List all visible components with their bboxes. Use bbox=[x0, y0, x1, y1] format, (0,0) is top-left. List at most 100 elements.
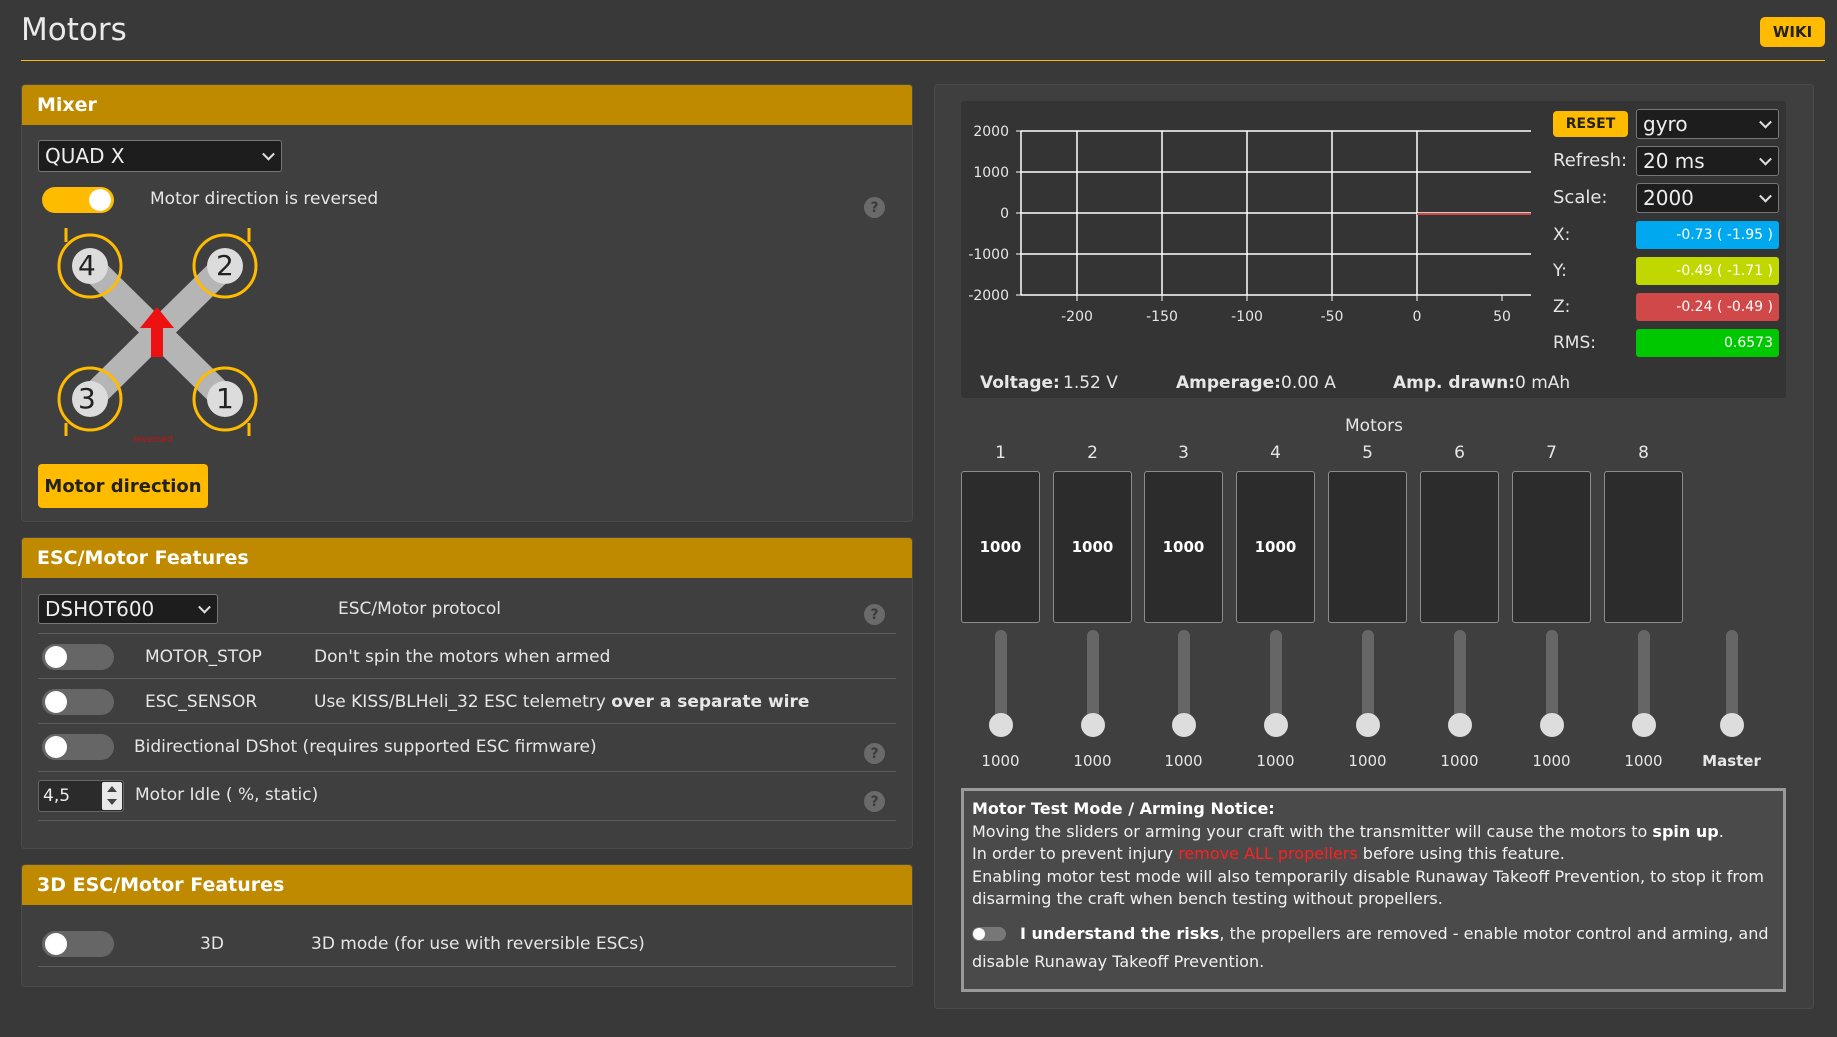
motor-slider-value: 1000 bbox=[1624, 752, 1663, 770]
motor-bar bbox=[1512, 471, 1591, 623]
motor-number: 2 bbox=[1087, 443, 1098, 463]
x-tick-label: 0 bbox=[1413, 309, 1422, 325]
motor-bar bbox=[1604, 471, 1683, 623]
motor-slider-value: 1000 bbox=[1348, 752, 1387, 770]
esc-features-header: ESC/Motor Features bbox=[22, 538, 912, 578]
y-tick-label: -2000 bbox=[968, 288, 1009, 304]
toggle-knob bbox=[45, 933, 67, 955]
notice-text: In order to prevent injury bbox=[972, 844, 1179, 863]
motor-reverse-label: Motor direction is reversed bbox=[150, 189, 379, 209]
row-divider bbox=[38, 723, 896, 724]
slider-knob[interactable] bbox=[989, 713, 1013, 737]
notice-title-text: Motor Test Mode / Arming Notice: bbox=[972, 799, 1275, 818]
motor-number: 7 bbox=[1546, 443, 1557, 463]
slider-knob[interactable] bbox=[1720, 713, 1744, 737]
mode-3d-desc: 3D mode (for use with reversible ESCs) bbox=[311, 934, 645, 954]
refresh-label: Refresh: bbox=[1553, 150, 1628, 171]
motor-reverse-toggle[interactable] bbox=[42, 187, 114, 213]
row-divider bbox=[38, 966, 896, 967]
esc3d-panel: 3D ESC/Motor Features bbox=[21, 864, 913, 987]
motor-bar: 1000 bbox=[961, 471, 1040, 623]
mode-3d-name: 3D bbox=[200, 934, 224, 954]
slider-knob[interactable] bbox=[1448, 713, 1472, 737]
mixer-type-value: QUAD X bbox=[45, 144, 125, 168]
notice-line-3: Enabling motor test mode will also tempo… bbox=[972, 866, 1764, 909]
esc-sensor-desc-text: Use KISS/BLHeli_32 ESC telemetry bbox=[314, 692, 612, 712]
scale-select[interactable]: 2000 bbox=[1636, 183, 1779, 213]
motor-idle-label: Motor Idle ( %, static) bbox=[135, 785, 319, 805]
bidir-dshot-label: Bidirectional DShot (requires supported … bbox=[134, 737, 597, 757]
arming-notice: Motor Test Mode / Arming Notice: Moving … bbox=[961, 788, 1786, 992]
motor-slider-value: 1000 bbox=[1532, 752, 1571, 770]
motor-stop-toggle[interactable] bbox=[42, 644, 114, 670]
number-spinner[interactable] bbox=[102, 782, 122, 810]
slider-knob[interactable] bbox=[1540, 713, 1564, 737]
help-icon[interactable]: ? bbox=[864, 197, 885, 218]
row-divider bbox=[38, 633, 896, 634]
mixer-header: Mixer bbox=[22, 85, 912, 125]
bidir-dshot-toggle[interactable] bbox=[42, 734, 114, 760]
x-tick-label: -200 bbox=[1061, 309, 1093, 325]
motor-slider-value: 1000 bbox=[1256, 752, 1295, 770]
row-divider bbox=[38, 678, 896, 679]
esc-protocol-value: DSHOT600 bbox=[45, 597, 155, 621]
motor-slider-value: 1000 bbox=[1073, 752, 1112, 770]
mode-3d-toggle[interactable] bbox=[42, 931, 114, 957]
amp-drawn-value: 0 mAh bbox=[1515, 373, 1571, 393]
help-icon[interactable]: ? bbox=[864, 604, 885, 625]
esc-protocol-label: ESC/Motor protocol bbox=[338, 599, 502, 619]
spin-down-icon bbox=[107, 799, 117, 805]
motor-idle-input[interactable]: 4,5 bbox=[38, 780, 124, 812]
refresh-select[interactable]: 20 ms bbox=[1636, 146, 1779, 176]
slider-knob[interactable] bbox=[1632, 713, 1656, 737]
understand-bold: I understand the risks bbox=[1020, 923, 1220, 943]
y-tick-label: 0 bbox=[1000, 206, 1009, 222]
notice-line-2: In order to prevent injury remove ALL pr… bbox=[972, 843, 1775, 866]
chevron-down-icon bbox=[1759, 115, 1772, 129]
esc-protocol-select[interactable]: DSHOT600 bbox=[38, 594, 218, 624]
help-icon[interactable]: ? bbox=[864, 743, 885, 764]
sensor-graph: 2000 1000 0 -1000 -2000 -200 -150 -100 -… bbox=[968, 124, 1531, 325]
motor-label-4: 4 bbox=[78, 249, 96, 282]
scale-label: Scale: bbox=[1553, 187, 1608, 208]
understand-risks-toggle[interactable] bbox=[972, 927, 1006, 941]
wiki-button[interactable]: WIKI bbox=[1760, 17, 1825, 47]
x-axis-label: X: bbox=[1553, 225, 1571, 245]
row-divider bbox=[38, 820, 896, 821]
x-tick-label: -100 bbox=[1231, 309, 1263, 325]
slider-knob[interactable] bbox=[1356, 713, 1380, 737]
reversed-caption: reversed bbox=[133, 435, 173, 445]
amperage-value: 0.00 A bbox=[1281, 373, 1336, 393]
understand-row: I understand the risks, the propellers a… bbox=[972, 920, 1775, 976]
chevron-down-icon bbox=[1759, 152, 1772, 166]
mixer-type-select[interactable]: QUAD X bbox=[38, 140, 282, 172]
notice-text: Moving the sliders or arming your craft … bbox=[972, 821, 1653, 841]
motor-slider-value: 1000 bbox=[981, 752, 1020, 770]
motor-bar: 1000 bbox=[1053, 471, 1132, 623]
x-tick-label: -50 bbox=[1321, 309, 1344, 325]
toggle-knob bbox=[973, 928, 985, 940]
motor-number: 6 bbox=[1454, 443, 1465, 463]
notice-text: . bbox=[1718, 821, 1724, 841]
motor-slider-value: 1000 bbox=[1440, 752, 1479, 770]
motor-idle-value: 4,5 bbox=[43, 786, 71, 806]
slider-knob[interactable] bbox=[1172, 713, 1196, 737]
scale-select-value: 2000 bbox=[1643, 186, 1694, 210]
esc-sensor-toggle[interactable] bbox=[42, 689, 114, 715]
notice-title: Motor Test Mode / Arming Notice: bbox=[972, 798, 1775, 821]
voltage-value: 1.52 V bbox=[1063, 373, 1118, 393]
reset-button[interactable]: RESET bbox=[1553, 111, 1628, 137]
row-divider bbox=[38, 771, 896, 772]
x-tick-label: -150 bbox=[1146, 309, 1178, 325]
slider-knob[interactable] bbox=[1264, 713, 1288, 737]
help-icon[interactable]: ? bbox=[864, 791, 885, 812]
motor-label-3: 3 bbox=[78, 382, 96, 415]
y-tick-label: 1000 bbox=[973, 165, 1009, 181]
amp-drawn-label: Amp. drawn: bbox=[1393, 373, 1516, 393]
chevron-down-icon bbox=[198, 600, 211, 614]
slider-knob[interactable] bbox=[1081, 713, 1105, 737]
notice-bold: spin up bbox=[1652, 821, 1719, 841]
motor-direction-button[interactable]: Motor direction bbox=[38, 464, 208, 508]
sensor-select[interactable]: gyro bbox=[1636, 109, 1779, 139]
toggle-knob bbox=[89, 189, 111, 211]
